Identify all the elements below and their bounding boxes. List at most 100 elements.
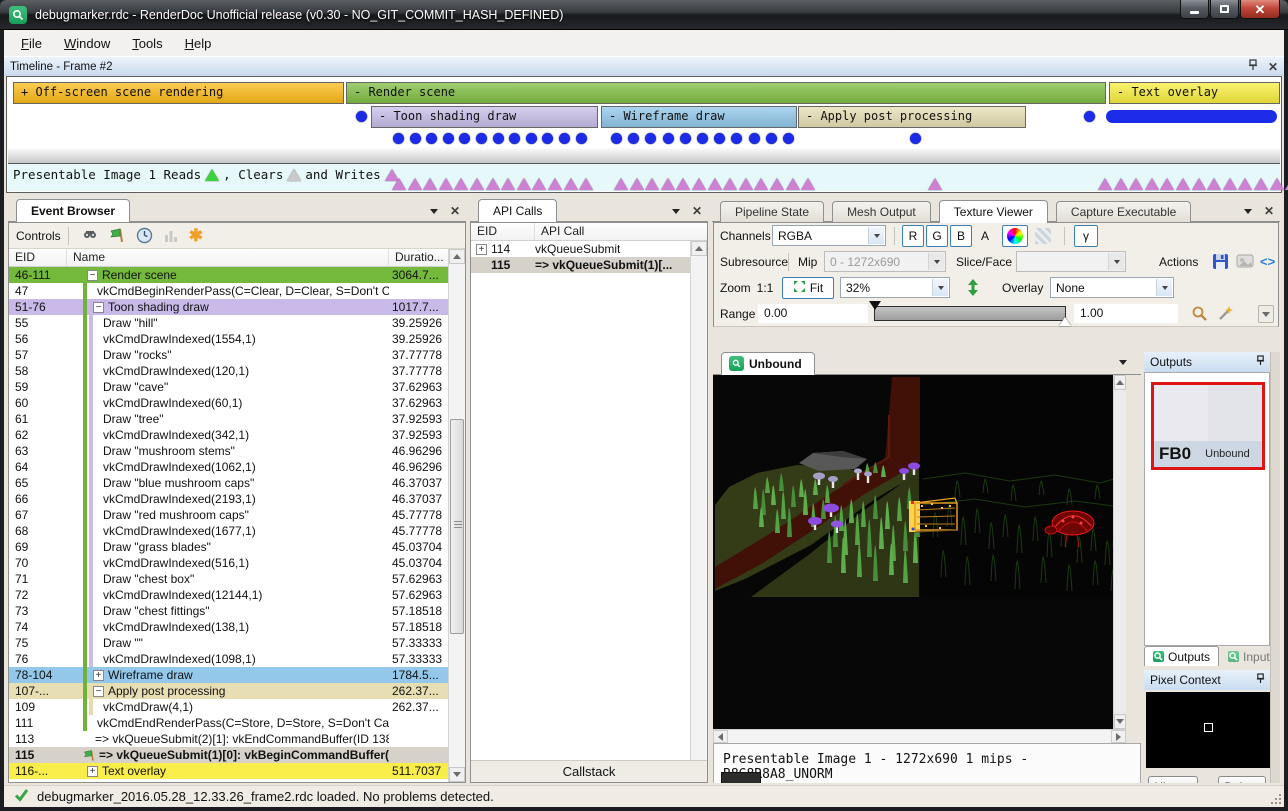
event-row[interactable]: 113=> vkQueueSubmit(2)[1]: vkEndCommandB…	[9, 731, 465, 747]
event-row[interactable]: 107-...−Apply post processing262.37...	[9, 683, 465, 699]
outputs-header[interactable]: Outputs	[1144, 352, 1270, 372]
scroll-up-icon[interactable]	[691, 241, 707, 256]
minimize-button[interactable]	[1180, 0, 1209, 19]
timeline-event-dot[interactable]	[783, 133, 794, 144]
timeline-event-dot[interactable]	[731, 133, 742, 144]
tree-expander-icon[interactable]: +	[476, 244, 487, 255]
scrollbar-thumb[interactable]	[450, 419, 464, 634]
open-in-code-icon[interactable]: <>	[1260, 254, 1275, 269]
flip-vertical-icon[interactable]	[967, 279, 979, 296]
event-row[interactable]: 76vkCmdDrawIndexed(1098,1)57.33333	[9, 651, 465, 667]
close-panel-icon[interactable]: ✕	[692, 204, 702, 218]
maximize-button[interactable]	[1210, 0, 1239, 19]
channel-green-button[interactable]: G	[926, 225, 948, 247]
tab-texture-viewer[interactable]: Texture Viewer	[939, 200, 1048, 223]
open-image-icon[interactable]	[1236, 253, 1254, 269]
gamma-button[interactable]: γ	[1074, 225, 1098, 247]
close-panel-icon[interactable]: ✕	[1264, 204, 1274, 218]
pixel-context-view[interactable]	[1146, 692, 1270, 768]
timeline-event-dot[interactable]	[680, 133, 691, 144]
timeline-event-dot[interactable]	[526, 133, 537, 144]
bookmark-icon[interactable]: ✱	[189, 228, 203, 243]
event-browser-header[interactable]: EID Name Duratio...	[9, 249, 465, 267]
channel-alpha-button[interactable]: A	[974, 225, 996, 247]
save-icon[interactable]	[1212, 253, 1229, 270]
timeline-marker-bar[interactable]: - Render scene	[346, 82, 1106, 104]
timeline-event-dot[interactable]	[476, 133, 487, 144]
event-row[interactable]: 67Draw "red mushroom caps"45.77778	[9, 507, 465, 523]
color-wheel-button[interactable]	[1002, 225, 1028, 247]
texture-list-dropdown-icon[interactable]	[1119, 360, 1127, 365]
panel-menu-icon[interactable]	[672, 209, 680, 214]
overlay-dropdown[interactable]: None	[1050, 277, 1174, 298]
zoom-range-icon[interactable]	[1191, 305, 1208, 322]
menu-file[interactable]: File	[10, 32, 53, 55]
timeline-event-dot[interactable]	[645, 133, 656, 144]
timeline-event-dot[interactable]	[559, 133, 570, 144]
timeline-event-dot[interactable]	[1084, 111, 1095, 122]
panel-menu-icon[interactable]	[1244, 209, 1252, 214]
zoom-level-dropdown[interactable]: 32%	[840, 277, 950, 298]
range-slider[interactable]	[874, 306, 1066, 321]
tab-api-calls[interactable]: API Calls	[478, 199, 557, 222]
event-row[interactable]: 61Draw "tree"37.92593	[9, 411, 465, 427]
tree-expander-icon[interactable]: −	[93, 302, 104, 313]
event-row[interactable]: 56vkCmdDrawIndexed(1554,1)39.25926	[9, 331, 465, 347]
timeline-event-dot[interactable]	[628, 133, 639, 144]
timeline-marker-bar[interactable]: + Off-screen scene rendering	[13, 82, 344, 104]
pin-icon[interactable]	[1256, 355, 1265, 369]
channel-blue-button[interactable]: B	[950, 225, 972, 247]
event-row[interactable]: 68vkCmdDrawIndexed(1677,1)45.77778	[9, 523, 465, 539]
pixel-context-header[interactable]: Pixel Context	[1144, 670, 1270, 690]
zoom-1to1-button[interactable]: 1:1	[752, 277, 778, 299]
tab-outputs[interactable]: Outputs	[1144, 646, 1219, 666]
resize-grip[interactable]	[1271, 794, 1281, 804]
pin-icon[interactable]	[1256, 673, 1265, 687]
event-row[interactable]: 111vkCmdEndRenderPass(C=Store, D=Store, …	[9, 715, 465, 731]
event-row[interactable]: 116-...+Text overlay511.7037	[9, 763, 465, 779]
timeline-panel-header[interactable]: Timeline - Frame #2 ✕	[4, 56, 1284, 76]
api-calls-scrollbar[interactable]	[690, 241, 707, 760]
event-row[interactable]: 55Draw "hill"39.25926	[9, 315, 465, 331]
event-row[interactable]: 64vkCmdDrawIndexed(1062,1)46.96296	[9, 459, 465, 475]
timeline-marker-bar[interactable]: - Toon shading draw	[371, 106, 598, 128]
event-row[interactable]: 69Draw "grass blades"45.03704	[9, 539, 465, 555]
pin-icon[interactable]	[1248, 59, 1258, 74]
tab-event-browser[interactable]: Event Browser	[16, 199, 130, 222]
event-row[interactable]: 71Draw "chest box"57.62963	[9, 571, 465, 587]
menu-window[interactable]: Window	[53, 32, 121, 55]
timeline-event-dot[interactable]	[393, 133, 404, 144]
timeline-marker-bar[interactable]: - Text overlay	[1109, 82, 1280, 104]
timeline-event-dot[interactable]	[410, 133, 421, 144]
timeline-event-dot[interactable]	[766, 133, 777, 144]
timeline-event-dot[interactable]	[576, 133, 587, 144]
close-panel-icon[interactable]: ✕	[450, 204, 460, 218]
timeline-marker-bar[interactable]: - Wireframe draw	[601, 106, 797, 128]
debug-button[interactable]: Debug	[1218, 776, 1266, 783]
tree-expander-icon[interactable]: +	[93, 670, 104, 681]
tab-capture-executable[interactable]: Capture Executable	[1056, 201, 1191, 222]
time-durations-clock-icon[interactable]	[136, 227, 153, 244]
tab-pipeline-state[interactable]: Pipeline State	[720, 201, 824, 222]
timeline-event-dot[interactable]	[910, 133, 921, 144]
tree-expander-icon[interactable]: −	[93, 686, 104, 697]
texture-vertical-scrollbar[interactable]	[1113, 375, 1126, 729]
scroll-up-icon[interactable]	[1114, 375, 1126, 390]
tab-mesh-output[interactable]: Mesh Output	[832, 201, 931, 222]
event-row[interactable]: 109vkCmdDraw(4,1)262.37...	[9, 699, 465, 715]
jump-to-event-flag-icon[interactable]	[109, 227, 126, 244]
column-eid[interactable]: EID	[9, 249, 67, 266]
autofit-wand-icon[interactable]	[1217, 305, 1234, 322]
scroll-down-icon[interactable]	[1114, 714, 1126, 729]
panel-menu-icon[interactable]	[430, 209, 438, 214]
event-row[interactable]: 60vkCmdDrawIndexed(60,1)37.62963	[9, 395, 465, 411]
event-row[interactable]: 65Draw "blue mushroom caps"46.37037	[9, 475, 465, 491]
fb0-thumbnail[interactable]: FB0 Unbound	[1151, 382, 1265, 470]
tree-expander-icon[interactable]: −	[87, 270, 98, 281]
scroll-left-icon[interactable]	[713, 730, 728, 743]
slice-face-dropdown[interactable]	[1016, 251, 1126, 272]
range-white-point-handle[interactable]	[1059, 317, 1071, 326]
statistics-icon[interactable]	[163, 228, 179, 244]
tree-expander-icon[interactable]: +	[87, 766, 98, 777]
channels-dropdown[interactable]: RGBA	[772, 225, 886, 246]
